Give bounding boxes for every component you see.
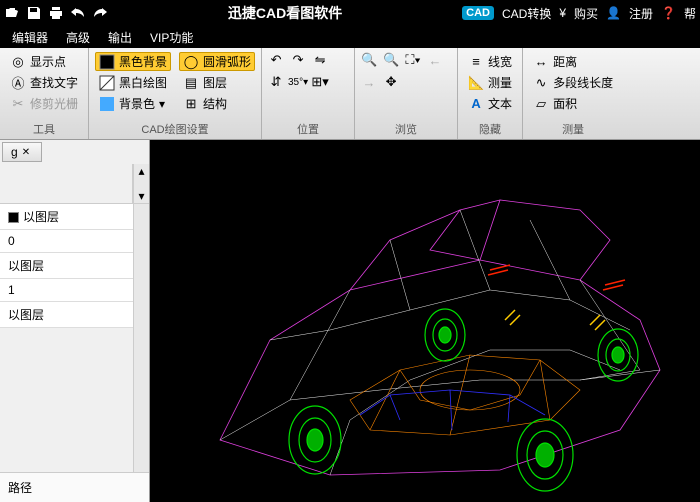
zoom-in-icon[interactable]: 🔍 — [361, 52, 377, 68]
target-icon: ◎ — [10, 54, 26, 70]
menu-vip[interactable]: VIP功能 — [142, 27, 201, 48]
zoom-fit-icon[interactable]: ⛶▾ — [405, 52, 421, 68]
area-button[interactable]: ▱面积 — [529, 94, 617, 113]
menu-editor[interactable]: 编辑器 — [4, 27, 56, 48]
layers-button[interactable]: ▤图层 — [179, 73, 255, 92]
zoom-out-icon[interactable]: 🔍 — [383, 52, 399, 68]
color-swatch-icon — [8, 212, 19, 223]
ribbon-group-hide: ≡线宽 📐测量 A文本 隐藏 — [458, 48, 523, 139]
open-icon[interactable] — [4, 5, 20, 21]
undo-icon[interactable] — [70, 5, 86, 21]
list-item[interactable]: 1 — [0, 279, 133, 302]
show-point-button[interactable]: ◎显示点 — [6, 52, 82, 71]
text-button[interactable]: A文本 — [464, 94, 516, 113]
group-label-measure: 测量 — [529, 119, 617, 137]
register-link[interactable]: 注册 — [629, 5, 653, 22]
ribbon-group-position: ↶ ↷ ⇋ ⇵ 35°▾ ⊞▾ 位置 — [262, 48, 355, 139]
menu-advanced[interactable]: 高级 — [58, 27, 98, 48]
wireframe-drawing — [150, 140, 700, 502]
pan-icon[interactable]: ✥ — [383, 74, 399, 90]
close-icon[interactable]: ✕ — [22, 147, 30, 158]
linewidth-icon: ≡ — [468, 54, 484, 70]
group-label-browse: 浏览 — [361, 119, 451, 137]
crop-icon: ✂ — [10, 96, 26, 112]
scrollbar-vertical[interactable] — [133, 204, 149, 472]
ribbon-group-browse: 🔍 🔍 ⛶▾ ← → ✥ 浏览 — [355, 48, 458, 139]
content-area: g✕ ▴▾ 以图层 0 以图层 1 以图层 路径 — [0, 140, 700, 502]
cad-badge: CAD — [462, 6, 494, 20]
save-icon[interactable] — [26, 5, 42, 21]
group-label-hide: 隐藏 — [464, 119, 516, 137]
redo-icon[interactable] — [92, 5, 108, 21]
user-icon: 👤 — [606, 6, 621, 20]
flip-v-icon[interactable]: ⇵ — [268, 74, 284, 90]
group-label-position: 位置 — [268, 119, 348, 137]
find-text-button[interactable]: Ⓐ查找文字 — [6, 73, 82, 92]
black-bg-icon — [99, 54, 115, 70]
group-label-tools: 工具 — [6, 119, 82, 137]
menu-bar: 编辑器 高级 输出 VIP功能 — [0, 26, 700, 48]
help-icon[interactable]: ❓ — [661, 6, 676, 20]
search-text-icon: Ⓐ — [10, 75, 26, 91]
list-item[interactable]: 以图层 — [0, 204, 133, 230]
smooth-arc-button[interactable]: ◯圆滑弧形 — [179, 52, 255, 71]
measure-button[interactable]: 📐测量 — [464, 73, 516, 92]
menu-output[interactable]: 输出 — [100, 27, 140, 48]
scroll-down-icon[interactable]: ▾ — [138, 189, 144, 203]
structure-icon: ⊞ — [183, 96, 199, 112]
bw-draw-icon — [99, 75, 115, 91]
title-bar: 迅捷CAD看图软件 CAD CAD转换 ¥ 购买 👤 注册 ❓ 帮 — [0, 0, 700, 26]
bg-color-icon — [99, 96, 115, 112]
list-item[interactable]: 0 — [0, 230, 133, 253]
buy-link[interactable]: 购买 — [574, 5, 598, 22]
text-icon: A — [468, 96, 484, 112]
angle-icon[interactable]: 35°▾ — [290, 74, 306, 90]
nav-back-icon: ← — [427, 52, 443, 68]
bw-draw-button[interactable]: 黑白绘图 — [95, 73, 171, 92]
trim-raster-button: ✂修剪光栅 — [6, 94, 82, 113]
scrollbar-vertical[interactable]: ▴▾ — [133, 164, 149, 203]
currency-icon: ¥ — [559, 6, 566, 20]
distance-button[interactable]: ↔距离 — [529, 52, 617, 71]
help-link[interactable]: 帮 — [684, 5, 696, 22]
list-item[interactable]: 以图层 — [0, 302, 133, 328]
structure-button[interactable]: ⊞结构 — [179, 94, 255, 113]
black-bg-button[interactable]: 黑色背景 — [95, 52, 171, 71]
linewidth-button[interactable]: ≡线宽 — [464, 52, 516, 71]
polyline-length-button[interactable]: ∿多段线长度 — [529, 73, 617, 92]
cad-viewport[interactable] — [150, 140, 700, 502]
scroll-up-icon[interactable]: ▴ — [138, 164, 144, 178]
path-label: 路径 — [0, 472, 149, 502]
dropdown-icon: ▾ — [159, 97, 165, 111]
group-label-draw: CAD绘图设置 — [95, 119, 255, 137]
side-tab[interactable]: g✕ — [2, 142, 42, 162]
ruler-icon: 📐 — [468, 75, 484, 91]
polyline-icon: ∿ — [533, 75, 549, 91]
layers-icon: ▤ — [183, 75, 199, 91]
bg-color-button[interactable]: 背景色 ▾ — [95, 94, 171, 113]
flip-h-icon[interactable]: ⇋ — [312, 52, 328, 68]
distance-icon: ↔ — [533, 54, 549, 70]
app-title: 迅捷CAD看图软件 — [108, 3, 462, 23]
rotate-right-icon[interactable]: ↷ — [290, 52, 306, 68]
side-panel: g✕ ▴▾ 以图层 0 以图层 1 以图层 路径 — [0, 140, 150, 502]
ribbon-group-draw-settings: 黑色背景 黑白绘图 背景色 ▾ ◯圆滑弧形 ▤图层 ⊞结构 CAD绘图设置 — [89, 48, 262, 139]
ribbon-group-tools: ◎显示点 Ⓐ查找文字 ✂修剪光栅 工具 — [0, 48, 89, 139]
list-item[interactable]: 以图层 — [0, 253, 133, 279]
grid-icon[interactable]: ⊞▾ — [312, 74, 328, 90]
print-icon[interactable] — [48, 5, 64, 21]
ribbon: ◎显示点 Ⓐ查找文字 ✂修剪光栅 工具 黑色背景 黑白绘图 背景色 ▾ ◯圆滑弧… — [0, 48, 700, 140]
rotate-left-icon[interactable]: ↶ — [268, 52, 284, 68]
nav-forward-icon: → — [361, 74, 377, 90]
ribbon-group-measure: ↔距离 ∿多段线长度 ▱面积 测量 — [523, 48, 623, 139]
cad-convert-link[interactable]: CAD转换 — [502, 5, 551, 22]
area-icon: ▱ — [533, 96, 549, 112]
arc-icon: ◯ — [183, 54, 199, 70]
